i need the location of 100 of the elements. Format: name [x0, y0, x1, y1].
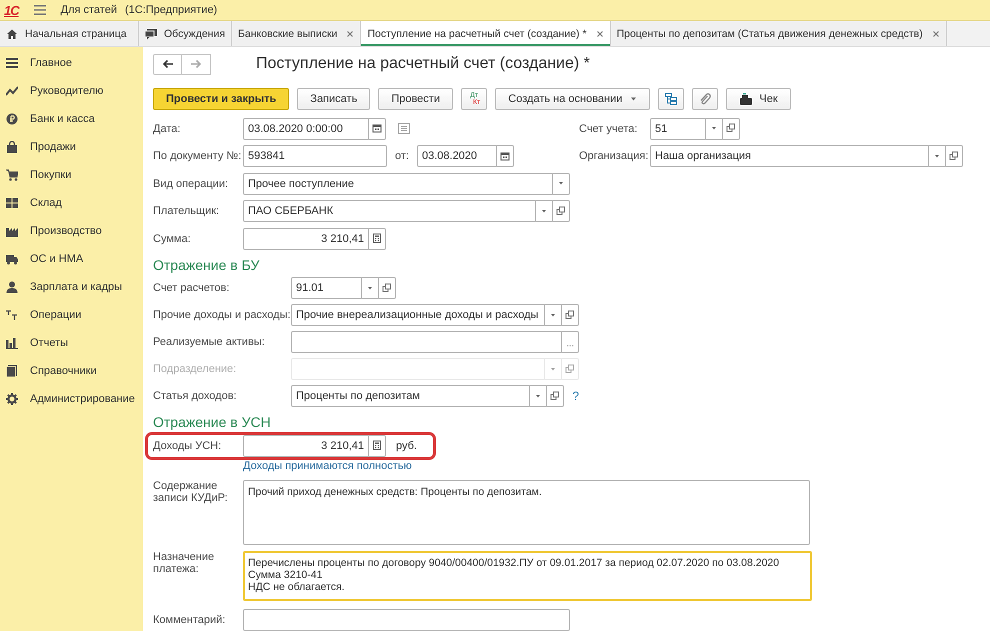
book-icon	[6, 365, 18, 377]
sidebar-item[interactable]: Главное	[30, 57, 72, 69]
toolbar-button[interactable]: Записать	[297, 88, 370, 110]
dropdown-button[interactable]	[536, 200, 553, 222]
open-button[interactable]	[723, 118, 740, 140]
calendar-icon	[500, 150, 510, 162]
field-label: Назначение платежа:	[153, 550, 216, 574]
sidebar-item[interactable]: ОС и НМА	[30, 253, 84, 265]
list-icon	[6, 57, 18, 69]
link[interactable]: Доходы принимаются полностью	[243, 460, 412, 472]
unit-label: руб.	[396, 440, 417, 452]
help-link[interactable]: ?	[572, 389, 579, 403]
input-field[interactable]: Прочие внереализационные доходы и расходы	[291, 304, 545, 326]
field-label: Прочие доходы и расходы:	[153, 309, 291, 321]
input-field[interactable]: ПАО СБЕРБАНК	[243, 200, 536, 222]
input-field[interactable]: Прочее поступление	[243, 172, 553, 195]
open-window-icon	[556, 206, 566, 217]
input-field[interactable]: 03.08.2020	[416, 145, 497, 168]
field-label: Плательщик:	[153, 205, 220, 218]
close-icon[interactable]	[932, 30, 940, 38]
open-window-icon	[565, 310, 575, 320]
sidebar-item[interactable]: Операции	[30, 309, 82, 321]
dropdown-button[interactable]	[530, 385, 548, 407]
input-field[interactable]: 03.08.2020 0:00:00	[243, 118, 369, 140]
chat-icon	[145, 28, 157, 40]
field-label: Счет учета:	[579, 122, 638, 135]
sidebar-item[interactable]: Склад	[30, 197, 62, 209]
structure-button[interactable]	[658, 88, 684, 110]
sidebar-item[interactable]: Производство	[30, 225, 102, 237]
gear-icon	[6, 393, 18, 405]
calendar-button[interactable]	[496, 145, 514, 168]
sidebar-item[interactable]: Покупки	[30, 169, 72, 181]
cart-icon	[6, 169, 18, 181]
section-title: Отражение в УСН	[153, 412, 272, 432]
field-label: Реализуемые активы:	[153, 336, 266, 348]
bar-chart-icon	[6, 337, 18, 349]
input-field[interactable]: 593841	[243, 145, 387, 168]
form-title: Поступление на расчетный счет (создание) *	[256, 55, 590, 73]
select-button[interactable]	[562, 331, 579, 353]
open-button[interactable]	[562, 304, 579, 326]
back-arrow-icon[interactable]	[162, 59, 174, 69]
field-label: Счет расчетов:	[153, 282, 230, 294]
input-field[interactable]: 3 210,41	[243, 434, 369, 456]
close-icon[interactable]	[596, 30, 604, 38]
toolbar-button[interactable]: Провести	[378, 88, 453, 110]
calendar-icon	[372, 123, 382, 134]
app-subtitle: (1С:Предприятие)	[124, 4, 218, 16]
input-field[interactable]	[291, 331, 562, 353]
close-icon[interactable]	[346, 30, 354, 38]
sidebar-item[interactable]: Администрирование	[30, 393, 135, 405]
attach-button[interactable]	[692, 88, 718, 110]
section-title: Отражение в БУ	[153, 256, 260, 274]
sidebar-item[interactable]: Руководителю	[30, 85, 104, 97]
sidebar-item[interactable]: Зарплата и кадры	[30, 281, 122, 293]
dropdown-button[interactable]	[553, 172, 570, 195]
dropdown-button[interactable]	[706, 118, 723, 140]
post-and-close-button[interactable]: Провести и закрыть	[153, 88, 290, 110]
tab[interactable]: Проценты по депозитам (Статья движения денежных средств)	[610, 21, 947, 46]
sidebar-item[interactable]: Продажи	[30, 141, 76, 153]
field-label: Организация:	[579, 150, 650, 162]
receipt-button[interactable]: Чек	[726, 88, 791, 110]
sidebar-item[interactable]: Банк и касса	[30, 113, 95, 125]
open-button[interactable]	[547, 385, 564, 407]
calculator-icon	[372, 440, 382, 451]
calendar-button[interactable]	[369, 118, 386, 140]
input-field[interactable]: Наша организация	[650, 145, 929, 168]
input-field[interactable]: 3 210,41	[243, 228, 369, 250]
dropdown-button[interactable]	[545, 304, 562, 326]
bag-icon	[6, 141, 18, 153]
home-icon	[6, 28, 18, 40]
input-field[interactable]	[243, 609, 570, 631]
field-label: Сумма:	[153, 232, 192, 245]
open-window-icon	[382, 282, 392, 294]
field-label: По документу №:	[153, 150, 242, 162]
calculator-button[interactable]	[369, 434, 386, 456]
open-button[interactable]	[379, 277, 396, 299]
open-button[interactable]	[553, 200, 570, 222]
input-field[interactable]: Проценты по депозитам	[291, 385, 530, 407]
paperclip-icon	[699, 93, 712, 105]
text-area[interactable]: Перечислены проценты по договору 9040/00400/01932.ПУ от 09.01.2017 за период 02.07.2020 по 03.08.2020 Сумма 3210-41 НДС не облагается.	[243, 550, 812, 600]
field-label: от:	[395, 150, 409, 162]
sidebar-item[interactable]: Справочники	[30, 365, 97, 377]
dropdown-button[interactable]	[929, 145, 946, 168]
caret-icon	[630, 97, 638, 101]
dropdown-button[interactable]	[362, 277, 379, 299]
calculator-button[interactable]	[369, 228, 386, 250]
open-button[interactable]	[946, 145, 963, 168]
create-based-on-button[interactable]: Создать на основании	[495, 88, 650, 110]
app-title: Для статей	[60, 4, 117, 16]
input-field[interactable]: 91.01	[291, 277, 362, 299]
open-window-icon	[565, 364, 575, 374]
open-window-icon	[550, 390, 560, 402]
sidebar-item[interactable]: Отчеты	[30, 337, 68, 349]
field-label: Вид операции:	[153, 178, 230, 190]
input-field[interactable]: 51	[650, 118, 706, 140]
tab[interactable]: Поступление на расчетный счет (создание) *	[361, 21, 611, 46]
menu-icon	[32, 4, 47, 16]
truck-icon	[6, 253, 18, 265]
text-area[interactable]: Прочий приход денежных средств: Проценты по депозитам.	[243, 480, 810, 544]
open-window-icon	[726, 123, 736, 134]
